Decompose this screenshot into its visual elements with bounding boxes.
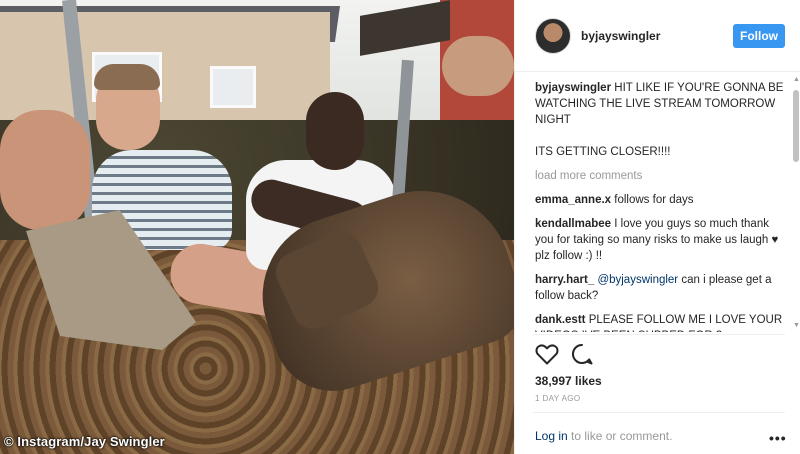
comment-mention-link[interactable]: @byjayswingler <box>597 274 678 286</box>
post-author[interactable]: byjayswingler <box>535 82 611 94</box>
post-caption: byjayswingler HIT LIKE IF YOU'RE GONNA B… <box>535 80 787 160</box>
comment-username[interactable]: harry.hart_ <box>535 274 594 286</box>
comment-username[interactable]: emma_anne.x <box>535 194 611 206</box>
divider <box>533 412 785 413</box>
comment-text: follows for days <box>614 194 694 206</box>
photo-person1-leg <box>0 110 90 230</box>
list-item: emma_anne.x follows for days <box>535 192 787 208</box>
likes-count[interactable]: 38,997 likes <box>535 374 602 388</box>
photo-person1-hair <box>94 64 160 90</box>
login-link[interactable]: Log in <box>535 429 568 443</box>
post-header: byjayswingler Follow <box>515 0 800 72</box>
post-timestamp[interactable]: 1 DAY AGO <box>535 394 581 403</box>
photo-person-knee <box>442 36 514 96</box>
photo-person2-head <box>306 92 364 170</box>
follow-button[interactable]: Follow <box>733 24 785 48</box>
comments-scrollbar[interactable]: ▲ ▼ <box>793 76 800 332</box>
photo-credit: © Instagram/Jay Swingler <box>4 434 165 449</box>
comment-icon[interactable] <box>571 343 593 365</box>
heart-icon[interactable] <box>535 343 559 365</box>
scroll-up-arrow-icon[interactable]: ▲ <box>793 76 800 83</box>
list-item: harry.hart_ @byjayswingler can i please … <box>535 272 787 304</box>
login-prompt-text: to like or comment. <box>567 429 673 443</box>
header-username[interactable]: byjayswingler <box>581 29 660 43</box>
list-item: kendallmabee I love you guys so much tha… <box>535 216 787 264</box>
load-more-comments-link[interactable]: load more comments <box>535 168 787 184</box>
post-photo: © Instagram/Jay Swingler <box>0 0 514 454</box>
scrollbar-thumb[interactable] <box>793 90 799 162</box>
post-sidebar: byjayswingler Follow byjayswingler HIT L… <box>514 0 800 454</box>
divider <box>533 334 785 335</box>
photo-house-window <box>210 66 256 108</box>
comments-list[interactable]: byjayswingler HIT LIKE IF YOU'RE GONNA B… <box>535 80 787 332</box>
avatar[interactable] <box>535 18 571 54</box>
login-prompt: Log in to like or comment. <box>535 429 672 443</box>
list-item: dank.estt PLEASE FOLLOW ME I LOVE YOUR V… <box>535 312 787 332</box>
scroll-down-arrow-icon[interactable]: ▼ <box>793 322 800 329</box>
more-options-icon[interactable]: ••• <box>769 430 787 446</box>
comment-username[interactable]: kendallmabee <box>535 218 611 230</box>
comment-username[interactable]: dank.estt <box>535 314 586 326</box>
